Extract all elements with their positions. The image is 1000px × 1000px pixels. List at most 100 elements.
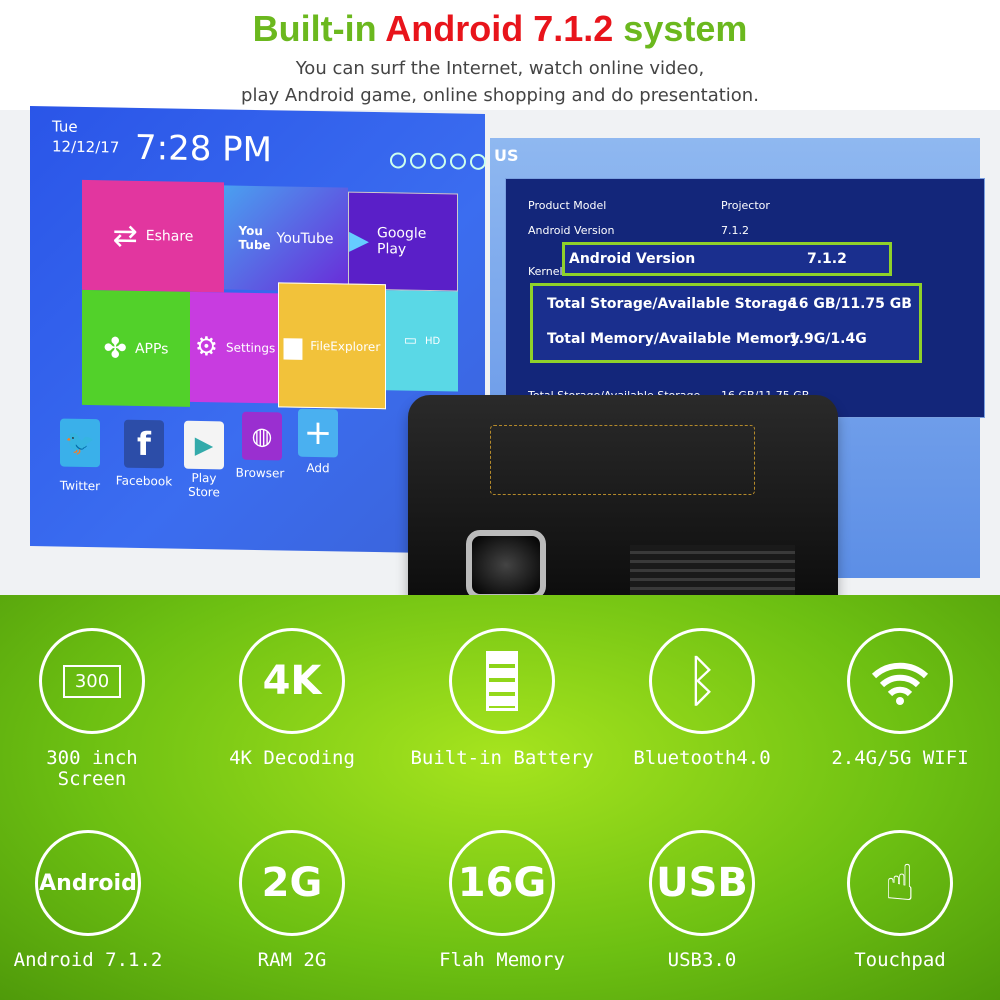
tile-label: APPs	[134, 340, 169, 357]
google-play-icon: ▶	[349, 225, 369, 256]
feature-label: 4K Decoding	[229, 747, 355, 769]
icon-text: 300	[62, 664, 122, 698]
status-icon	[390, 152, 406, 169]
subtitle-line-1: You can surf the Internet, watch online …	[295, 58, 705, 79]
callout-value: 16 GB/11.75 GB	[789, 296, 912, 312]
info-label: Kernel	[528, 265, 563, 278]
plus-icon: +	[303, 412, 333, 454]
screen-icon: 300	[39, 628, 145, 734]
callout-label: Total Storage/Available Storage	[547, 296, 797, 312]
feature-android: Android Android 7.1.2	[0, 830, 188, 971]
projector-lens	[466, 530, 546, 600]
bluetooth-status-icon	[450, 153, 466, 170]
info-label: Android Version	[528, 224, 615, 237]
app-add[interactable]: +	[298, 408, 338, 458]
tile-label: HD	[425, 335, 441, 347]
usb-icon: USB	[649, 830, 755, 936]
twitter-icon: 🐦	[65, 428, 95, 458]
app-facebook[interactable]: f	[124, 419, 164, 469]
callout-value: 1.9G/1.4G	[789, 331, 867, 347]
app-twitter[interactable]: 🐦	[60, 418, 100, 468]
feature-4k: 4K 4K Decoding	[192, 628, 392, 769]
touch-hand-icon: ☝	[847, 830, 953, 936]
app-label: Add	[306, 460, 330, 476]
callout-label: Total Memory/Available Memory	[547, 331, 800, 347]
feature-label: RAM 2G	[257, 949, 327, 971]
feature-label: Bluetooth4.0	[633, 747, 771, 769]
feature-bluetooth: ᛒ Bluetooth4.0	[602, 628, 802, 769]
feature-label: 300 inch Screen	[46, 747, 138, 790]
tile-label: Google Play	[377, 225, 427, 258]
clock: 7:28 PM	[135, 127, 272, 171]
tile-file-explorer[interactable]: ▆ FileExplorer	[278, 282, 386, 410]
facebook-icon: f	[137, 424, 151, 464]
feature-label: Android 7.1.2	[13, 949, 163, 971]
info-value: 7.1.2	[721, 224, 749, 237]
headline: Built-in Android 7.1.2 system	[0, 8, 1000, 50]
headline-part: system	[613, 8, 748, 49]
tile-youtube[interactable]: You Tube YouTube	[224, 185, 348, 292]
wifi-icon	[847, 628, 953, 734]
android-icon: Android	[35, 830, 141, 936]
tile-apps[interactable]: ✤ APPs	[82, 289, 190, 407]
status-icon	[410, 152, 426, 169]
feature-wifi: 2.4G/5G WIFI	[800, 628, 1000, 769]
headline-part: Built-in	[252, 8, 386, 49]
tile-label: Settings	[226, 340, 276, 356]
day: Tue	[52, 117, 78, 136]
feature-label: Flah Memory	[439, 949, 565, 971]
app-browser[interactable]: ◍	[242, 411, 282, 461]
product-scene: Tue 12/12/17 7:28 PM ⇄ Eshare You Tube YouT…	[0, 106, 1000, 607]
tile-label: YouTube	[276, 230, 334, 248]
tile-google-play[interactable]: ▶ Google Play	[348, 191, 458, 292]
memory-icon: 16G	[449, 830, 555, 936]
tile-label: FileExplorer	[310, 338, 381, 354]
feature-label: USB3.0	[667, 949, 737, 971]
tile-hd[interactable]: ▭ HD	[386, 290, 458, 392]
callout-label: Android Version	[569, 251, 696, 267]
feature-usb: USB USB3.0	[602, 830, 802, 971]
callout-android-version: Android Version 7.1.2	[562, 242, 892, 276]
app-label: Twitter	[59, 478, 101, 494]
touchpad	[490, 425, 755, 495]
feature-screen: 300 300 inch Screen	[0, 628, 192, 790]
date-display: Tue 12/12/17	[52, 116, 119, 157]
hdmi-icon: ▭	[403, 332, 417, 349]
app-label: Play Store	[188, 470, 220, 500]
bluetooth-icon: ᛒ	[649, 628, 755, 734]
feature-label: 2.4G/5G WIFI	[831, 747, 969, 769]
app-label: Browser	[235, 465, 285, 481]
date: 12/12/17	[52, 137, 120, 157]
about-title: US	[494, 146, 519, 165]
app-label: Facebook	[115, 473, 173, 489]
feature-ram: 2G RAM 2G	[192, 830, 392, 971]
gear-icon: ⚙	[194, 331, 219, 363]
play-store-icon: ▶	[194, 430, 214, 460]
tile-eshare[interactable]: ⇄ Eshare	[82, 179, 224, 293]
features-section: 300 300 inch Screen 4K 4K Decoding Built-i…	[0, 595, 1000, 1000]
wifi-status-icon	[470, 153, 486, 170]
status-icon	[430, 153, 446, 170]
projector-vent	[630, 545, 795, 595]
feature-battery: Built-in Battery	[402, 628, 602, 769]
tile-settings[interactable]: ⚙ Settings	[190, 291, 280, 404]
folder-icon: ▆	[283, 330, 303, 360]
callout-value: 7.1.2	[807, 251, 847, 267]
tile-label: Eshare	[145, 228, 194, 245]
feature-touchpad: ☝ Touchpad	[800, 830, 1000, 971]
apps-icon: ✤	[103, 331, 127, 365]
subtitle-line-2: play Android game, online shopping and d…	[241, 85, 759, 106]
4k-icon: 4K	[239, 628, 345, 734]
callout-storage-memory: Total Storage/Available Storage 16 GB/11…	[530, 283, 922, 363]
headline-highlight: Android 7.1.2	[385, 8, 614, 49]
info-value: Projector	[721, 199, 770, 212]
projector-device	[408, 395, 838, 607]
info-label: Product Model	[528, 199, 607, 212]
battery-icon	[449, 628, 555, 734]
feature-label: Built-in Battery	[410, 747, 594, 769]
eshare-icon: ⇄	[112, 217, 138, 254]
feature-memory: 16G Flah Memory	[402, 830, 602, 971]
youtube-logo-icon: You Tube	[238, 223, 271, 253]
ram-icon: 2G	[239, 830, 345, 936]
app-play-store[interactable]: ▶	[184, 420, 224, 470]
